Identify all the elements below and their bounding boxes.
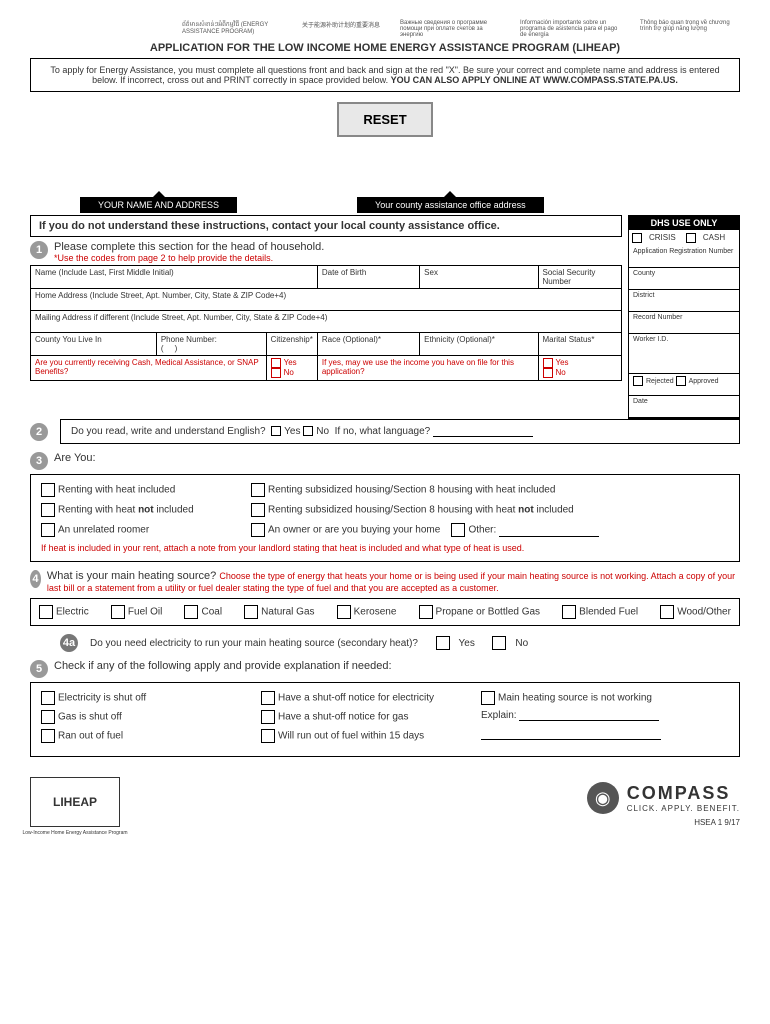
checkbox-ran-out[interactable] — [41, 729, 55, 743]
checkbox-english-yes[interactable] — [271, 426, 281, 436]
checkbox-elec-notice[interactable] — [261, 691, 275, 705]
snap-yes-no[interactable]: YesNo — [266, 356, 317, 381]
field-snap-question: Are you currently receiving Cash, Medica… — [31, 356, 267, 381]
compass-logo: ◉ COMPASSCLICK. APPLY. BENEFIT. — [587, 782, 740, 814]
page-title: APPLICATION FOR THE LOW INCOME HOME ENER… — [30, 42, 740, 54]
checkbox-elec-shutoff[interactable] — [41, 691, 55, 705]
field-sex[interactable]: Sex — [420, 266, 538, 289]
checkbox-gas-notice[interactable] — [261, 710, 275, 724]
section-1-table: Name (Include Last, First Middle Initial… — [30, 265, 622, 381]
input-other[interactable] — [499, 527, 599, 537]
input-language[interactable] — [433, 427, 533, 437]
checkbox-fueloil[interactable] — [111, 605, 125, 619]
field-dob[interactable]: Date of Birth — [317, 266, 419, 289]
instruction-box: To apply for Energy Assistance, you must… — [30, 58, 740, 92]
input-explain-1[interactable] — [519, 711, 659, 721]
checkbox-gas-shutoff[interactable] — [41, 710, 55, 724]
checkbox-snap-no[interactable] — [271, 368, 281, 378]
compass-icon: ◉ — [587, 782, 619, 814]
field-marital[interactable]: Marital Status* — [538, 333, 622, 356]
dhs-worker[interactable]: Worker I.D. — [629, 334, 739, 374]
section-4-number: 4 — [30, 570, 41, 588]
checkbox-secondary-yes[interactable] — [436, 636, 450, 650]
dhs-county[interactable]: County — [629, 268, 739, 290]
section-4-options: Electric Fuel Oil Coal Natural Gas Keros… — [30, 598, 740, 626]
dhs-use-only-box: DHS USE ONLY CRISIS CASH Application Reg… — [628, 215, 740, 419]
input-explain-2[interactable] — [481, 730, 661, 740]
checkbox-blended[interactable] — [562, 605, 576, 619]
checkbox-wood[interactable] — [660, 605, 674, 619]
field-county[interactable]: County You Live In — [31, 333, 157, 356]
checkbox-rejected[interactable] — [633, 376, 643, 386]
checkbox-other[interactable] — [451, 523, 465, 537]
checkbox-will-run-out[interactable] — [261, 729, 275, 743]
checkbox-propane[interactable] — [419, 605, 433, 619]
section-2-box: Do you read, write and understand Englis… — [60, 419, 740, 444]
field-name[interactable]: Name (Include Last, First Middle Initial… — [31, 266, 318, 289]
checkbox-secondary-no[interactable] — [492, 636, 506, 650]
section-2-number: 2 — [30, 423, 48, 441]
checkbox-rent-heat-incl[interactable] — [41, 483, 55, 497]
field-income-question: If yes, may we use the income you have o… — [317, 356, 538, 381]
field-phone[interactable]: Phone Number:( ) — [156, 333, 266, 356]
checkbox-snap-yes[interactable] — [271, 358, 281, 368]
checkbox-natgas[interactable] — [244, 605, 258, 619]
liheap-logo: LIHEAP — [30, 777, 120, 827]
field-ethnicity[interactable]: Ethnicity (Optional)* — [420, 333, 538, 356]
dhs-appreg[interactable]: Application Registration Number — [629, 246, 739, 268]
section-3-title: Are You: — [54, 452, 96, 464]
field-citizenship[interactable]: Citizenship* — [266, 333, 317, 356]
checkbox-main-not-working[interactable] — [481, 691, 495, 705]
section-4a-question: Do you need electricity to run your main… — [90, 638, 418, 649]
reset-button[interactable]: RESET — [337, 102, 432, 137]
section-1-subtitle: *Use the codes from page 2 to help provi… — [54, 253, 324, 263]
checkbox-income-no[interactable] — [543, 368, 553, 378]
checkbox-rent-heat-not-incl[interactable] — [41, 503, 55, 517]
checkbox-subsidized-heat-not-incl[interactable] — [251, 503, 265, 517]
checkbox-electric[interactable] — [39, 605, 53, 619]
checkbox-english-no[interactable] — [303, 426, 313, 436]
section-1-title: Please complete this section for the hea… — [54, 241, 324, 253]
checkbox-subsidized-heat-incl[interactable] — [251, 483, 265, 497]
income-yes-no[interactable]: YesNo — [538, 356, 622, 381]
dhs-date[interactable]: Date — [629, 396, 739, 418]
county-office-tab: Your county assistance office address — [357, 197, 544, 213]
field-ssn[interactable]: Social Security Number — [538, 266, 622, 289]
field-mailing-address[interactable]: Mailing Address if different (Include St… — [31, 311, 622, 333]
checkbox-cash[interactable] — [686, 233, 696, 243]
checkbox-unrelated-roomer[interactable] — [41, 523, 55, 537]
form-id: HSEA 1 9/17 — [587, 818, 740, 827]
checkbox-owner[interactable] — [251, 523, 265, 537]
section-3-note: If heat is included in your rent, attach… — [41, 543, 729, 553]
dhs-record[interactable]: Record Number — [629, 312, 739, 334]
checkbox-coal[interactable] — [184, 605, 198, 619]
language-notices: ព័ត៌មានសំខាន់ៗអំពីកម្មវិធី (ENERGY ASSIS… — [30, 20, 740, 38]
checkbox-crisis[interactable] — [632, 233, 642, 243]
contact-notice: If you do not understand these instructi… — [30, 215, 622, 237]
dhs-district[interactable]: District — [629, 290, 739, 312]
section-3-number: 3 — [30, 452, 48, 470]
checkbox-income-yes[interactable] — [543, 358, 553, 368]
checkbox-approved[interactable] — [676, 376, 686, 386]
checkbox-kerosene[interactable] — [337, 605, 351, 619]
section-1-number: 1 — [30, 241, 48, 259]
section-4a-number: 4a — [60, 634, 78, 652]
field-home-address[interactable]: Home Address (Include Street, Apt. Numbe… — [31, 289, 622, 311]
section-5-title: Check if any of the following apply and … — [54, 660, 392, 672]
section-5-number: 5 — [30, 660, 48, 678]
section-4-title: What is your main heating source? — [47, 570, 219, 582]
field-race[interactable]: Race (Optional)* — [317, 333, 419, 356]
name-address-tab: YOUR NAME AND ADDRESS — [80, 197, 237, 213]
